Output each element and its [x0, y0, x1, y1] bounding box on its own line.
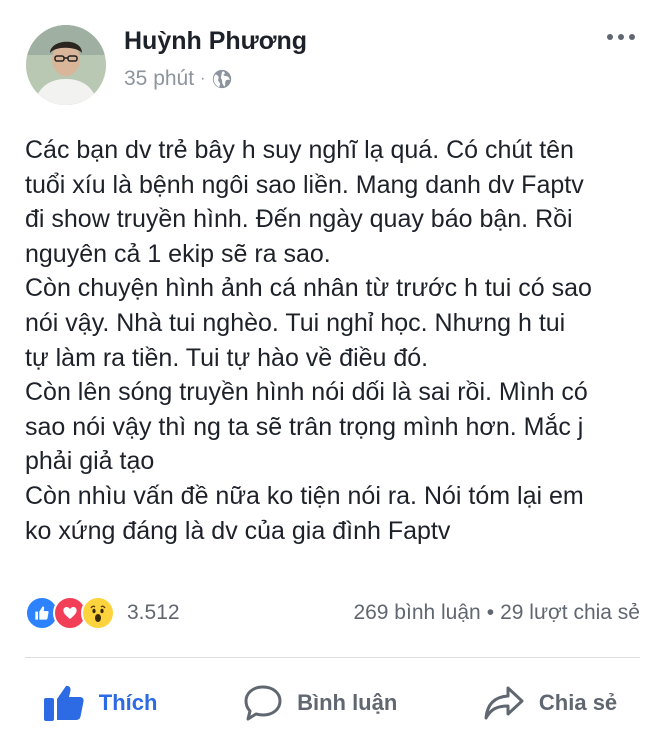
- post-text: Các bạn dv trẻ bây h suy nghĩ lạ quá. Có…: [25, 133, 640, 548]
- post-stats: 3.512 269 bình luận • 29 lượt chia sẻ: [25, 593, 640, 633]
- post-text-line: tuổi xíu là bệnh ngôi sao liền. Mang dan…: [25, 170, 584, 199]
- counts-separator: •: [486, 601, 495, 624]
- globe-icon[interactable]: [211, 68, 233, 90]
- reactions-summary[interactable]: 3.512: [25, 596, 180, 630]
- post-meta: 35 phút ·: [124, 67, 233, 91]
- post-text-line: Các bạn dv trẻ bây h suy nghĩ lạ quá. Có…: [25, 136, 574, 164]
- post-text-line: Còn chuyện hình ảnh cá nhân từ trước h t…: [25, 274, 592, 303]
- share-icon: [484, 686, 524, 720]
- post-time[interactable]: 35 phút: [124, 67, 194, 91]
- avatar-image: [26, 25, 106, 105]
- more-dot: [629, 34, 635, 40]
- post-text-line: sao nói vậy thì ng ta sẽ trân trọng mình…: [25, 412, 584, 441]
- engagement-counts: 269 bình luận • 29 lượt chia sẻ: [353, 601, 640, 625]
- post-text-line: Còn lên sóng truyền hình nói dối là sai …: [25, 378, 588, 407]
- post-text-line: phải giả tạo: [25, 447, 155, 476]
- share-button[interactable]: Chia sẻ: [483, 684, 617, 722]
- action-bar: Thích Bình luận Chia sẻ: [0, 670, 660, 736]
- more-dot: [607, 34, 613, 40]
- author-name[interactable]: Huỳnh Phương: [124, 27, 307, 56]
- post-header: Huỳnh Phương 35 phút ·: [0, 0, 660, 110]
- divider: [25, 657, 640, 658]
- meta-separator: ·: [200, 70, 206, 87]
- like-button[interactable]: Thích: [43, 684, 158, 722]
- comment-label: Bình luận: [297, 690, 398, 715]
- reaction-icons: [25, 596, 115, 630]
- wow-reaction-icon: [81, 596, 115, 630]
- like-label: Thích: [98, 690, 158, 715]
- share-label: Chia sẻ: [538, 690, 618, 715]
- post-text-line: tự làm ra tiền. Tui tự hào về điều đó.: [25, 343, 429, 372]
- post-text-line: Còn nhìu vấn đề nữa ko tiện nói ra. Nói …: [25, 481, 584, 510]
- avatar[interactable]: [26, 25, 106, 105]
- more-dot: [618, 34, 624, 40]
- post-text-line: ko xứng đáng là dv của gia đình Faptv: [25, 516, 451, 545]
- comment-button[interactable]: Bình luận: [243, 684, 397, 722]
- reaction-count: 3.512: [127, 601, 180, 624]
- thumbs-up-icon: [43, 685, 84, 721]
- share-count[interactable]: 29 lượt chia sẻ: [500, 601, 640, 625]
- post-text-line: nói vậy. Nhà tui nghèo. Tui nghỉ học. Nh…: [25, 308, 566, 337]
- more-options-icon[interactable]: [607, 34, 635, 40]
- comment-count[interactable]: 269 bình luận: [353, 601, 480, 625]
- post-text-line: đi show truyền hình. Đến ngày quay báo b…: [25, 205, 573, 234]
- post-text-line: nguyên cả 1 ekip sẽ ra sao.: [25, 239, 331, 268]
- comment-icon: [244, 685, 282, 721]
